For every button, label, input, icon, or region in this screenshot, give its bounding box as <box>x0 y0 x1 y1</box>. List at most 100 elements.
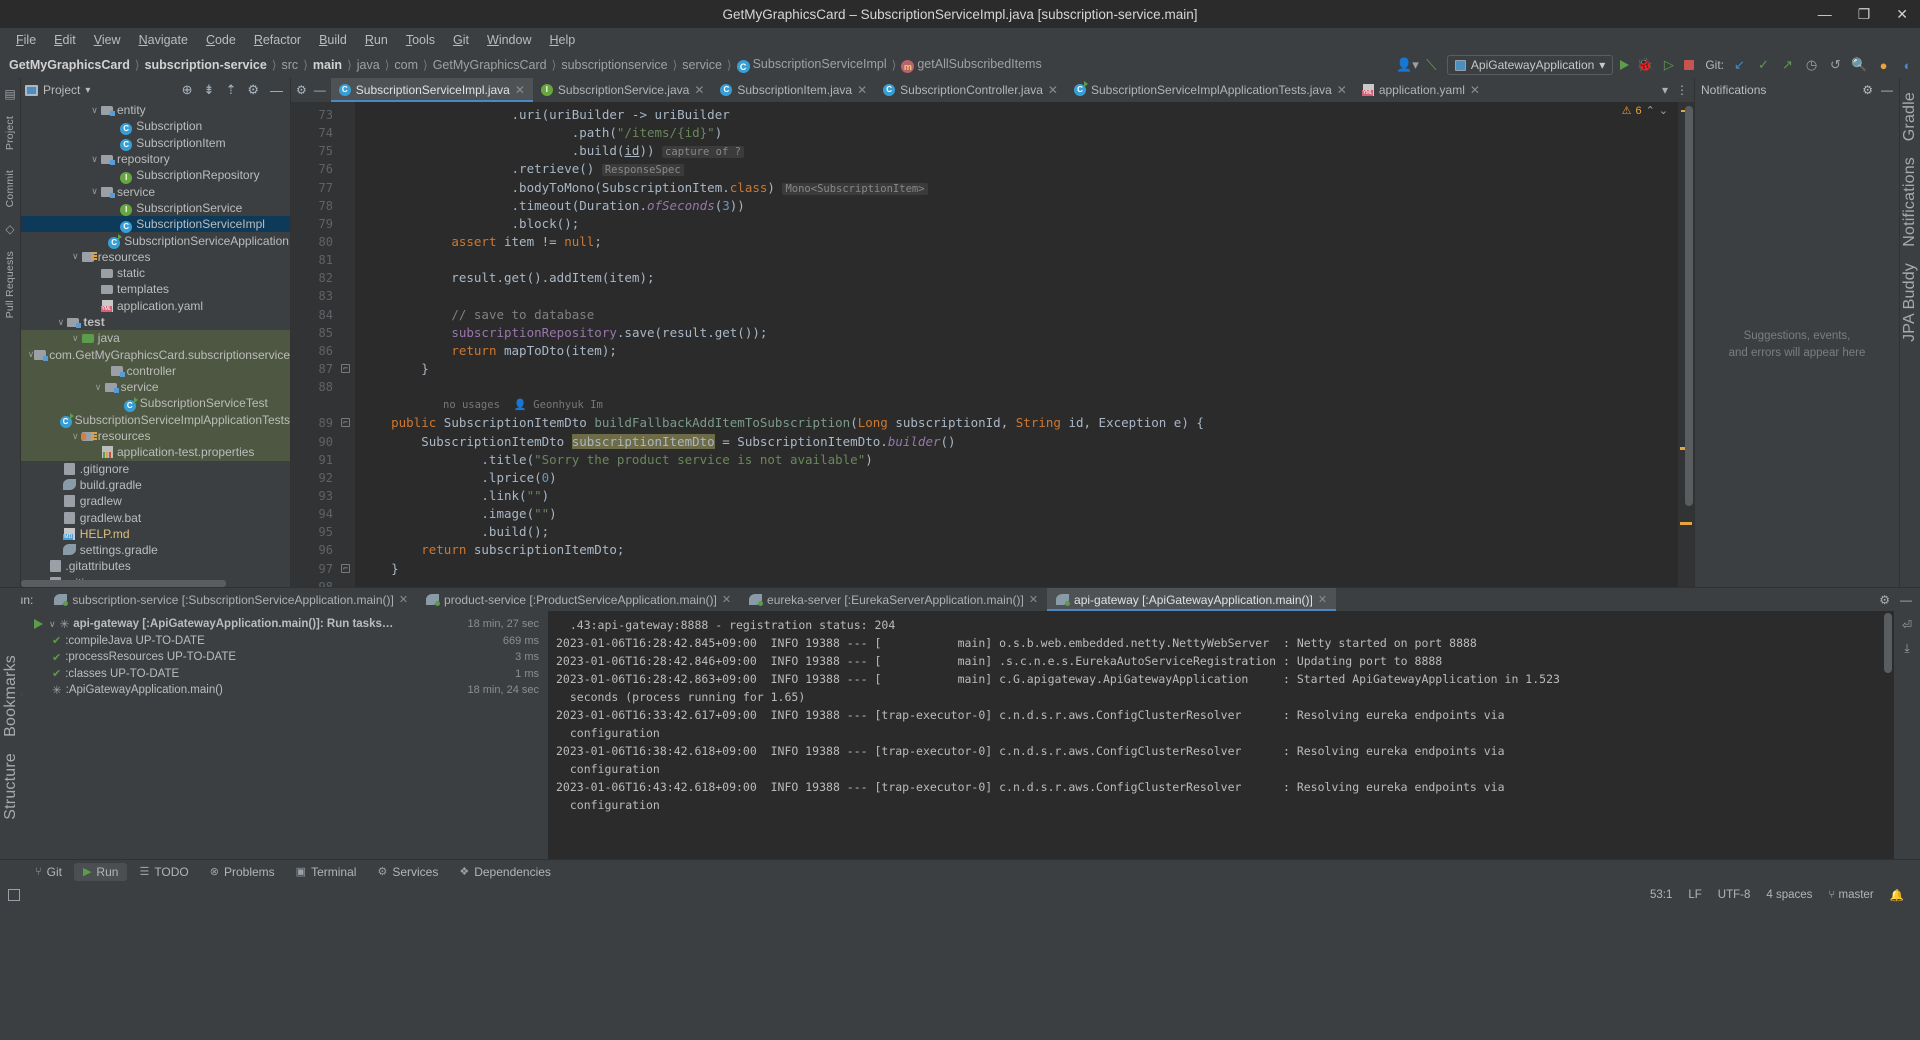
tree-node[interactable]: templates <box>21 281 290 297</box>
menu-item-tools[interactable]: Tools <box>397 31 444 49</box>
tree-expand-arrow[interactable]: ∨ <box>28 349 35 360</box>
settings-gear-icon[interactable]: ⚙ <box>1879 593 1890 607</box>
code-fold-marker[interactable]: ⌐ <box>341 418 350 428</box>
editor-code-area[interactable]: .uri(uriBuilder -> uriBuilder .path("/it… <box>355 102 1678 587</box>
tree-node[interactable]: .gitignore <box>21 461 290 477</box>
tree-expand-arrow[interactable]: ∨ <box>89 105 100 116</box>
update-available-icon[interactable]: ● <box>1875 57 1892 74</box>
menu-item-view[interactable]: View <box>85 31 130 49</box>
code-line[interactable]: // save to database <box>355 306 1678 324</box>
editor-tab[interactable]: C SubscriptionItem.java ✕ <box>712 78 875 102</box>
soft-wrap-icon[interactable]: ⏎ <box>1902 618 1912 632</box>
tree-expand-arrow[interactable]: ∨ <box>70 333 81 344</box>
commit-strip-icon[interactable]: ◇ <box>5 219 14 239</box>
tab-more-options-icon[interactable]: ⋮ <box>1676 83 1688 97</box>
breadcrumb-item[interactable]: subscriptionservice <box>558 58 670 72</box>
run-icon[interactable] <box>1620 60 1630 70</box>
code-line[interactable] <box>355 378 1678 396</box>
code-line[interactable]: .block(); <box>355 215 1678 233</box>
tree-node[interactable]: ∨ java <box>21 330 290 347</box>
editor-tab[interactable]: C SubscriptionController.java ✕ <box>875 78 1066 102</box>
breadcrumb-item[interactable]: C SubscriptionServiceImpl <box>734 57 890 74</box>
code-vision-hint[interactable]: no usages 👤 Geonhyuk Im <box>355 396 1678 414</box>
minimize-button[interactable]: — <box>1814 7 1836 21</box>
menu-item-code[interactable]: Code <box>197 31 245 49</box>
tree-expand-arrow[interactable]: ∨ <box>89 186 100 197</box>
menu-item-window[interactable]: Window <box>478 31 540 49</box>
editor-scrollbar-thumb[interactable] <box>1685 106 1693 506</box>
tab-list-chevron-icon[interactable]: ▾ <box>1662 83 1668 97</box>
stop-icon[interactable] <box>1684 60 1695 70</box>
editor-marker-bar[interactable] <box>1678 102 1694 587</box>
tree-node[interactable]: .gitattributes <box>21 558 290 574</box>
code-line[interactable]: return subscriptionItemDto; <box>355 541 1678 559</box>
code-line[interactable]: .build(id)) capture of ? <box>355 142 1678 160</box>
indent-setting[interactable]: 4 spaces <box>1758 889 1820 901</box>
close-button[interactable]: ✕ <box>1892 7 1912 21</box>
strip-item-gradle[interactable]: Gradle <box>1901 84 1919 149</box>
hide-panel-icon[interactable]: — <box>1900 593 1912 607</box>
strip-item-jpa-buddy[interactable]: JPA Buddy <box>1901 255 1919 350</box>
tree-expand-arrow[interactable]: ∨ <box>89 154 100 165</box>
user-avatar-icon[interactable]: 👤▾ <box>1396 57 1419 74</box>
tree-expand-arrow[interactable]: ∨ <box>55 317 66 328</box>
tree-node[interactable]: ∨ entity <box>21 102 290 118</box>
run-tab[interactable]: eureka-server [:EurekaServerApplication.… <box>740 588 1047 611</box>
close-icon[interactable]: ✕ <box>515 83 525 97</box>
code-line[interactable]: SubscriptionItemDto subscriptionItemDto … <box>355 433 1678 451</box>
code-line[interactable] <box>355 578 1678 587</box>
code-line[interactable] <box>355 287 1678 305</box>
editor-tab[interactable]: application.yaml ✕ <box>1355 78 1488 102</box>
code-line[interactable]: } <box>355 560 1678 578</box>
tree-node[interactable]: I SubscriptionService <box>21 200 290 217</box>
menu-item-run[interactable]: Run <box>356 31 397 49</box>
bottom-bar-dependencies[interactable]: ❖ Dependencies <box>450 863 560 881</box>
run-task-row[interactable]: ✳:ApiGatewayApplication.main() 18 min, 24… <box>28 682 548 699</box>
maximize-restore-button[interactable]: ❐ <box>1854 7 1875 21</box>
close-icon[interactable]: ✕ <box>399 593 408 606</box>
strip-item-commit[interactable]: Commit <box>4 162 16 215</box>
editor-gutter[interactable]: 73 74 75 76 77 78 79 80 81 82 83 84 85 86 87 ⌐ 88 89 ⌐ 90 91… <box>291 102 355 587</box>
code-fold-marker[interactable]: ⌐ <box>341 363 350 373</box>
editor-tab[interactable]: C SubscriptionServiceImplApplicationTests… <box>1066 78 1355 102</box>
strip-item-structure[interactable]: Structure <box>2 745 20 828</box>
menu-item-file[interactable]: File <box>7 31 45 49</box>
code-line[interactable]: .timeout(Duration.ofSeconds(3)) <box>355 197 1678 215</box>
notifications-bell-icon[interactable]: 🔔 <box>1882 888 1912 902</box>
run-tab[interactable]: subscription-service [:SubscriptionServi… <box>45 588 417 611</box>
caret-position[interactable]: 53:1 <box>1642 889 1680 901</box>
tree-node[interactable]: settings.gradle <box>21 542 290 558</box>
tree-expand-arrow[interactable]: ∨ <box>93 382 104 393</box>
tree-expand-arrow[interactable]: ∨ <box>70 431 81 442</box>
bottom-bar-terminal[interactable]: ▣ Terminal <box>287 863 366 881</box>
code-line[interactable] <box>355 251 1678 269</box>
git-history-icon[interactable]: ◷ <box>1803 57 1820 74</box>
code-line[interactable]: subscriptionRepository.save(result.get()… <box>355 324 1678 342</box>
run-with-coverage-icon[interactable]: ▷ <box>1660 57 1677 74</box>
tree-expand-arrow[interactable]: ∨ <box>49 619 56 630</box>
editor-tab[interactable]: I SubscriptionService.java ✕ <box>533 78 712 102</box>
close-icon[interactable]: ✕ <box>1029 593 1038 606</box>
tree-node[interactable]: HELP.md <box>21 526 290 542</box>
git-commit-icon[interactable]: ✓ <box>1755 57 1772 74</box>
strip-item-notifications[interactable]: Notifications <box>1901 149 1919 255</box>
breadcrumb-item[interactable]: subscription-service <box>142 58 270 72</box>
run-console-output[interactable]: .43:api-gateway:8888 - registration stat… <box>548 611 1894 859</box>
close-icon[interactable]: ✕ <box>1470 83 1480 97</box>
close-icon[interactable]: ✕ <box>857 83 867 97</box>
tree-node[interactable]: ∨ resources <box>21 427 290 445</box>
console-scrollbar-thumb[interactable] <box>1884 613 1892 673</box>
bottom-bar-services[interactable]: ⚙ Services <box>368 863 447 881</box>
code-fold-marker[interactable]: ⌐ <box>341 563 350 573</box>
tree-node[interactable]: ∨ service <box>21 183 290 199</box>
settings-gear-icon[interactable]: ⚙ <box>244 82 262 98</box>
bottom-bar-problems[interactable]: ⊗ Problems <box>201 863 284 881</box>
git-update-icon[interactable]: ↙ <box>1731 57 1748 74</box>
git-rollback-icon[interactable]: ↺ <box>1827 57 1844 74</box>
editor-settings-gear-icon[interactable]: ⚙ <box>296 83 307 97</box>
tree-node[interactable]: gradlew.bat <box>21 509 290 525</box>
code-line[interactable]: return mapToDto(item); <box>355 342 1678 360</box>
tree-node[interactable]: C SubscriptionServiceApplication <box>21 232 290 250</box>
inspection-status[interactable]: ⚠ 6 ⌃ ⌄ <box>1622 104 1668 118</box>
code-line[interactable]: .title("Sorry the product service is not… <box>355 451 1678 469</box>
